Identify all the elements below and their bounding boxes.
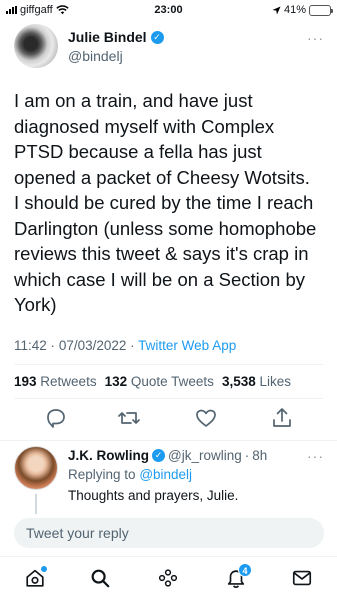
thread-line bbox=[35, 494, 37, 514]
bottom-nav: 4 bbox=[0, 556, 337, 600]
reply-icon[interactable] bbox=[44, 406, 68, 430]
spaces-icon[interactable] bbox=[157, 567, 179, 589]
avatar[interactable] bbox=[14, 446, 58, 490]
replying-to-mention[interactable]: @bindelj bbox=[139, 467, 192, 482]
replying-to: Replying to @bindelj bbox=[68, 467, 192, 482]
quote-label: Quote Tweets bbox=[130, 374, 214, 389]
replying-to-prefix: Replying to bbox=[68, 467, 136, 482]
reply-text: Thoughts and prayers, Julie. bbox=[68, 488, 239, 503]
tweet-date: 07/03/2022 bbox=[58, 338, 127, 353]
tweet-stats: 193 Retweets 132 Quote Tweets 3,538 Like… bbox=[14, 374, 291, 389]
reply-separator: · bbox=[244, 448, 250, 463]
tweet-source-link[interactable]: Twitter Web App bbox=[138, 338, 236, 353]
likes-count: 3,538 bbox=[221, 374, 256, 389]
search-icon[interactable] bbox=[89, 567, 111, 589]
battery-percent: 41% bbox=[283, 4, 306, 16]
tweet-header: Julie Bindel ✓ @bindelj ··· bbox=[14, 24, 324, 72]
meta-separator: · bbox=[130, 338, 135, 353]
status-right: 41% bbox=[272, 4, 333, 16]
author-name-row[interactable]: Julie Bindel ✓ bbox=[68, 29, 164, 45]
verified-badge-icon: ✓ bbox=[150, 30, 164, 44]
author-name: Julie Bindel bbox=[68, 29, 147, 45]
retweet-icon[interactable] bbox=[117, 406, 141, 430]
tweet-text-line: diagnosed myself with Complex bbox=[14, 115, 275, 137]
divider bbox=[0, 440, 337, 441]
share-icon[interactable] bbox=[270, 406, 294, 430]
tweet-time: 11:42 bbox=[14, 338, 47, 353]
tweet-actions bbox=[0, 406, 337, 434]
retweets-count: 193 bbox=[14, 374, 37, 389]
author-handle[interactable]: @bindelj bbox=[68, 48, 123, 64]
reply-author-name[interactable]: J.K. Rowling bbox=[68, 448, 149, 463]
messages-icon[interactable] bbox=[291, 567, 313, 589]
more-options-icon[interactable]: ··· bbox=[307, 448, 324, 464]
tweet-text: I am on a train, and have just diagnosed… bbox=[14, 88, 326, 318]
divider bbox=[14, 398, 323, 399]
tweet-text-line: York) bbox=[14, 294, 57, 315]
tweet-meta: 11:42 · 07/03/2022 · Twitter Web App bbox=[14, 338, 236, 353]
verified-badge-icon: ✓ bbox=[152, 449, 165, 462]
reply-author-handle[interactable]: @jk_rowling bbox=[168, 448, 242, 463]
quote-tweets-stat[interactable]: 132 Quote Tweets bbox=[105, 374, 214, 389]
avatar[interactable] bbox=[14, 24, 58, 68]
reply-age: 8h bbox=[252, 448, 268, 463]
tweet-text-line: which case I will be on a Section by bbox=[14, 268, 306, 290]
location-arrow-icon bbox=[272, 5, 281, 15]
composer-placeholder: Tweet your reply bbox=[26, 525, 129, 541]
reply-composer-input[interactable]: Tweet your reply bbox=[14, 518, 324, 548]
tweet-text-line: I am on a train, and have just bbox=[14, 90, 253, 111]
status-bar: giffgaff 23:00 41% bbox=[0, 0, 337, 20]
tweet-text-line: opened a packet of Cheesy Wotsits. bbox=[14, 166, 310, 188]
reply-header: J.K. Rowling ✓ @jk_rowling · 8h bbox=[68, 448, 267, 463]
retweets-stat[interactable]: 193 Retweets bbox=[14, 374, 97, 389]
likes-stat[interactable]: 3,538 Likes bbox=[222, 374, 291, 389]
tweet-text-line: reviews this tweet & says it's crap in bbox=[14, 243, 309, 264]
quote-count: 132 bbox=[104, 374, 128, 389]
tweet-text-line: Darlington (unless some homophobe bbox=[14, 217, 317, 239]
battery-charging-icon bbox=[309, 4, 333, 16]
likes-label: Likes bbox=[259, 374, 292, 389]
notifications-badge: 4 bbox=[238, 563, 252, 577]
like-icon[interactable] bbox=[194, 406, 218, 430]
tweet-text-line: I should be cured by the time I reach bbox=[14, 192, 314, 213]
retweets-label: Retweets bbox=[40, 374, 97, 389]
more-options-icon[interactable]: ··· bbox=[307, 30, 324, 46]
tweet-text-line: PTSD because a fella has just bbox=[14, 141, 262, 162]
reply-tweet[interactable]: J.K. Rowling ✓ @jk_rowling · 8h ··· Repl… bbox=[14, 446, 324, 526]
meta-separator: · bbox=[50, 338, 56, 353]
home-unread-dot bbox=[41, 566, 47, 572]
divider bbox=[14, 364, 323, 365]
